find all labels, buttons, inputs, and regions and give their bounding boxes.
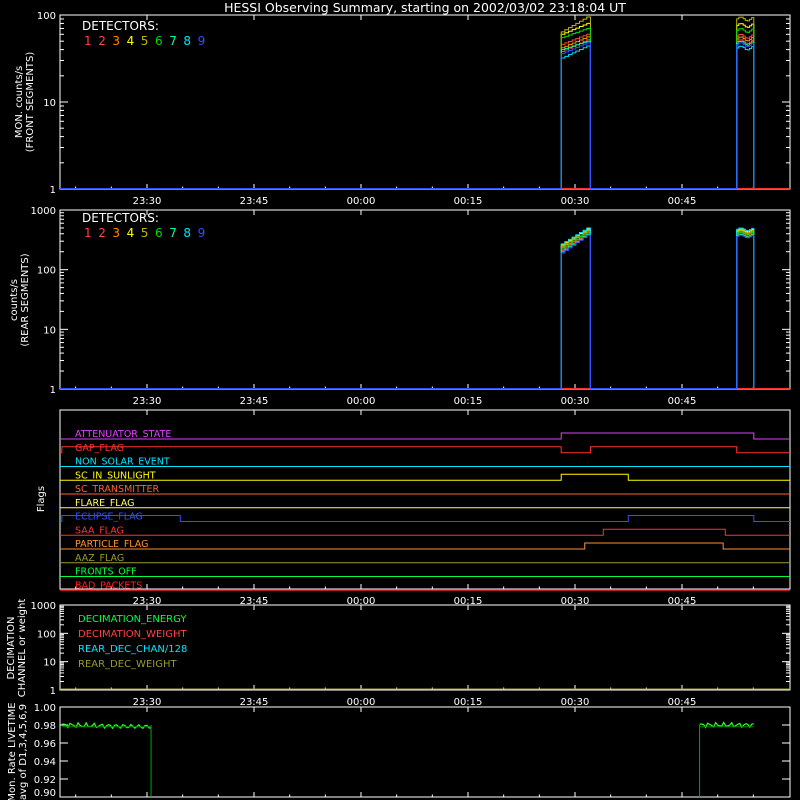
x-tick-label: 00:45 (668, 196, 697, 207)
y-tick-label-livetime: 0.90 (34, 788, 56, 799)
hessi-summary-chart: HESSI Observing Summary, starting on 200… (0, 0, 800, 800)
svg-text:CHANNEL or weight: CHANNEL or weight (17, 599, 28, 698)
x-tick-label: 00:45 (668, 396, 697, 407)
y-tick-label-livetime: 0.98 (34, 721, 56, 732)
x-tick-label: 00:30 (561, 396, 590, 407)
flag-label-bad-packets: BAD_PACKETS (75, 580, 142, 591)
x-tick-label: 23:45 (240, 697, 269, 708)
x-tick-label: 00:15 (454, 196, 483, 207)
detector-number-front: 6 (155, 34, 163, 48)
panel-front-ylabel: MON. counts/s (FRONT SEGMENTS) (14, 52, 36, 153)
x-tick-label: 23:45 (240, 196, 269, 207)
flag-label-flare-flag: FLARE_FLAG (75, 498, 135, 509)
detector-number-front: 3 (112, 34, 120, 48)
x-tick-label: 23:30 (133, 196, 162, 207)
detector-number-rear: 5 (141, 226, 149, 240)
detector-number-front: 5 (141, 34, 149, 48)
x-tick-label: 00:15 (454, 396, 483, 407)
svg-text:(REAR SEGMENTS): (REAR SEGMENTS) (20, 253, 31, 346)
detector-number-front: 7 (169, 34, 177, 48)
panel-livetime-ylabel: Mon. Rate LIVETIME avg of D1,3,4,5,6,9 (7, 702, 29, 800)
decimation-legend-rear-dec-chan-128: REAR_DEC_CHAN/128 (78, 644, 187, 655)
flag-label-saa-flag: SAA_FLAG (75, 525, 124, 536)
detector-number-rear: 3 (112, 226, 120, 240)
y-tick-label-decimation: 100 (37, 629, 56, 640)
flag-label-gap-flag: GAP_FLAG (75, 443, 124, 454)
decimation-legend-rear-dec-weight: REAR_DEC_WEIGHT (78, 659, 177, 670)
decimation-legend-decimation-energy: DECIMATION_ENERGY (78, 614, 187, 625)
x-tick-label: 00:45 (668, 697, 697, 708)
detector-number-front: 1 (84, 34, 92, 48)
y-tick-label-front: 10 (43, 98, 56, 109)
decimation-legend-decimation-weight: DECIMATION_WEIGHT (78, 629, 187, 640)
panel-flags-ylabel: Flags (36, 486, 47, 512)
detector-number-rear: 1 (84, 226, 92, 240)
flag-label-particle-flag: PARTICLE_FLAG (75, 539, 148, 550)
svg-text:DECIMATION: DECIMATION (6, 616, 17, 679)
flag-label-attenuator-state: ATTENUATOR_STATE (75, 429, 171, 440)
x-tick-label: 23:30 (133, 697, 162, 708)
svg-text:MON. counts/s: MON. counts/s (14, 66, 25, 138)
y-tick-label-livetime: 0.94 (34, 757, 56, 768)
svg-text:Flags: Flags (36, 486, 47, 512)
x-tick-label: 00:30 (561, 697, 590, 708)
flag-label-eclipse-flag: ECLIPSE_FLAG (75, 512, 143, 523)
detector-number-rear: 8 (183, 226, 191, 240)
x-tick-label: 23:30 (133, 396, 162, 407)
detector-number-rear: 4 (127, 226, 135, 240)
flag-label-fronts-off: FRONTS_OFF (75, 567, 137, 578)
y-tick-label-front: 1 (50, 185, 56, 196)
x-tick-label: 00:00 (347, 196, 376, 207)
x-tick-label: 00:30 (561, 196, 590, 207)
x-tick-label: 00:15 (454, 697, 483, 708)
flag-label-aaz-flag: AAZ_FLAG (75, 553, 124, 564)
detector-number-rear: 2 (98, 226, 106, 240)
x-tick-label: 00:00 (347, 697, 376, 708)
flag-label-sc-in-sunlight: SC_IN_SUNLIGHT (75, 470, 156, 481)
y-tick-label-rear: 10 (43, 325, 56, 336)
y-tick-label-decimation: 1 (50, 686, 56, 697)
y-tick-label-rear: 1000 (31, 206, 56, 217)
chart-title: HESSI Observing Summary, starting on 200… (224, 0, 626, 15)
detector-number-rear: 7 (169, 226, 177, 240)
y-tick-label-decimation: 1000 (31, 601, 56, 612)
y-tick-label-rear: 100 (37, 266, 56, 277)
detector-number-front: 8 (183, 34, 191, 48)
y-tick-label-livetime: 0.92 (34, 775, 56, 786)
y-tick-label-rear: 1 (50, 385, 56, 396)
x-tick-label: 00:00 (347, 396, 376, 407)
svg-text:Mon. Rate LIVETIME: Mon. Rate LIVETIME (7, 702, 18, 800)
flag-label-sc-transmitter: SC_TRANSMITTER (75, 484, 160, 495)
y-tick-label-decimation: 10 (43, 658, 56, 669)
svg-text:avg of D1,3,4,5,6,9: avg of D1,3,4,5,6,9 (18, 704, 29, 800)
y-tick-label-livetime: 0.96 (34, 739, 56, 750)
x-tick-label: 23:45 (240, 396, 269, 407)
detector-number-rear: 6 (155, 226, 163, 240)
svg-text:(FRONT SEGMENTS): (FRONT SEGMENTS) (25, 52, 36, 153)
y-tick-label-livetime: 1.00 (34, 703, 56, 714)
detector-number-front: 9 (198, 34, 206, 48)
detectors-legend-label-front: DETECTORS: (82, 19, 159, 33)
svg-text:counts/s: counts/s (9, 279, 20, 321)
flag-label-non-solar-event: NON_SOLAR_EVENT (75, 457, 170, 468)
detector-number-front: 4 (127, 34, 135, 48)
detector-number-front: 2 (98, 34, 106, 48)
detector-number-rear: 9 (198, 226, 206, 240)
y-tick-label-front: 100 (37, 11, 56, 22)
